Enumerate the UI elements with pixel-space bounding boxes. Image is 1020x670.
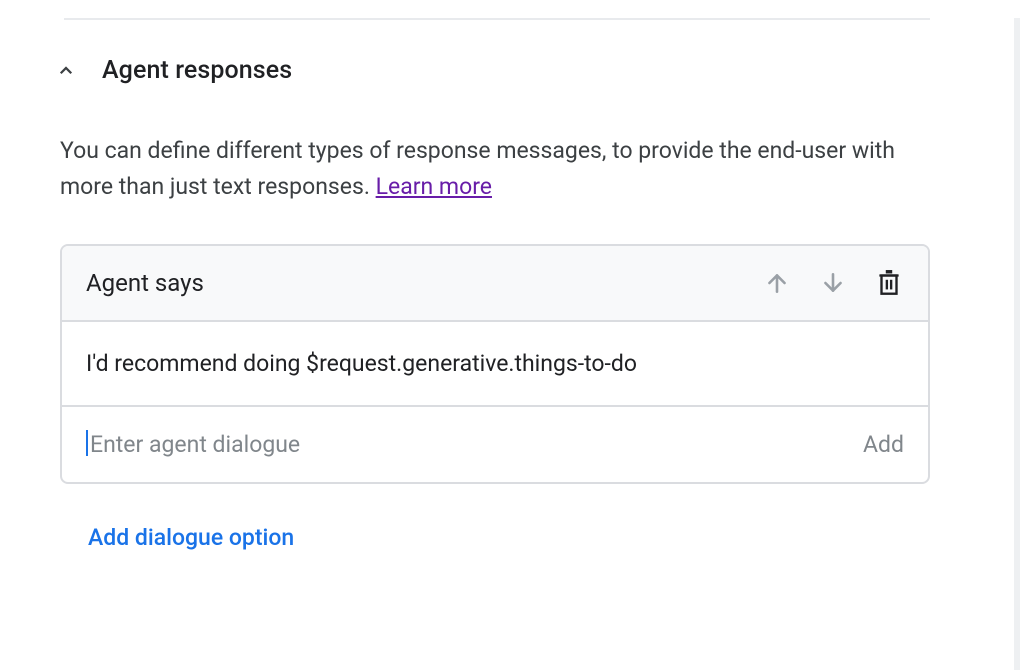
arrow-down-icon: [820, 270, 846, 296]
card-header-actions: [764, 268, 902, 298]
add-dialogue-button[interactable]: Add: [863, 431, 904, 458]
agent-says-card-header: Agent says: [62, 246, 928, 322]
chevron-up-icon[interactable]: [56, 61, 76, 81]
agent-says-label: Agent says: [86, 269, 204, 297]
agent-response-row[interactable]: I'd recommend doing $request.generative.…: [62, 322, 928, 407]
agent-dialogue-input[interactable]: [90, 431, 843, 458]
agent-dialogue-input-row: Add: [62, 407, 928, 482]
agent-says-card: Agent says: [60, 244, 930, 484]
agent-responses-header[interactable]: Agent responses: [24, 20, 970, 85]
move-down-button[interactable]: [820, 270, 846, 296]
text-cursor: [86, 430, 88, 456]
section-description: You can define different types of respon…: [60, 133, 930, 204]
move-up-button[interactable]: [764, 270, 790, 296]
delete-button[interactable]: [876, 268, 902, 298]
section-title: Agent responses: [102, 56, 292, 85]
arrow-up-icon: [764, 270, 790, 296]
learn-more-link[interactable]: Learn more: [376, 173, 492, 200]
add-dialogue-option-button[interactable]: Add dialogue option: [88, 524, 294, 551]
right-scrollbar-edge: [1014, 18, 1020, 670]
trash-icon: [876, 268, 902, 298]
agent-response-text: I'd recommend doing $request.generative.…: [86, 350, 637, 377]
